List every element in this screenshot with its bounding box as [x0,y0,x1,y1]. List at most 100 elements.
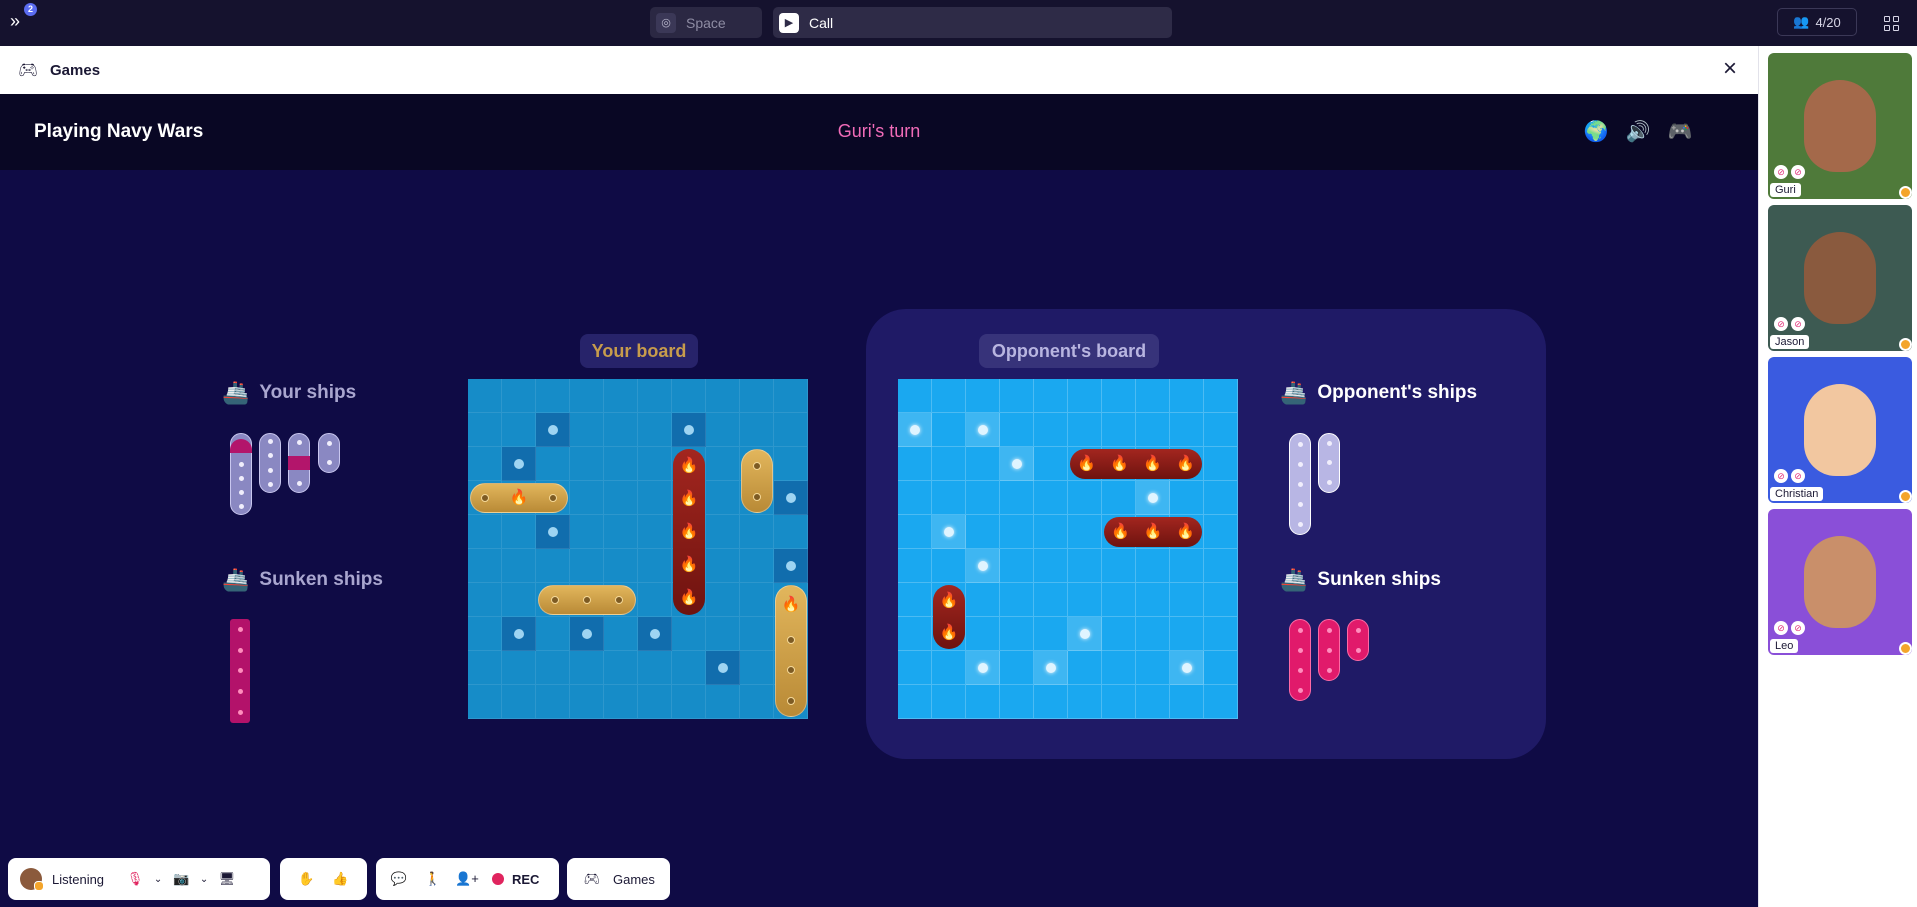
games-button[interactable]: 🎮︎ Games [567,858,670,900]
board-cell[interactable] [1000,685,1034,719]
board-cell[interactable] [1136,413,1170,447]
board-cell[interactable] [1204,447,1238,481]
globe-icon[interactable]: 🌍 [1583,118,1609,144]
board-cell[interactable] [1068,651,1102,685]
participant-tile[interactable]: ⊘ ⊘ Leo [1768,509,1912,655]
board-cell[interactable] [1102,583,1136,617]
board-cell[interactable] [1136,481,1170,515]
board-cell[interactable] [898,617,932,651]
board-cell[interactable] [1102,413,1136,447]
board-cell[interactable] [932,549,966,583]
board-cell[interactable] [898,515,932,549]
participant-tile[interactable]: ⊘ ⊘ Christian [1768,357,1912,503]
board-cell[interactable] [1000,549,1034,583]
board-cell[interactable] [1034,549,1068,583]
board-cell[interactable] [1136,651,1170,685]
participant-tile[interactable]: ⊘ ⊘ Jason [1768,205,1912,351]
board-cell[interactable] [1170,549,1204,583]
board-cell[interactable] [932,379,966,413]
board-cell[interactable] [1034,447,1068,481]
board-cell[interactable] [1000,515,1034,549]
mic-off-icon[interactable]: 🎙 [122,864,148,894]
board-cell[interactable] [966,413,1000,447]
board-cell[interactable] [1068,413,1102,447]
board-cell[interactable] [1170,583,1204,617]
board-cell[interactable] [898,651,932,685]
walk-icon[interactable]: 🚶 [420,864,446,894]
tab-space[interactable]: ◎ Space [650,7,762,38]
board-cell[interactable] [1102,685,1136,719]
add-user-icon[interactable]: 👤+ [454,864,480,894]
board-cell[interactable] [898,379,932,413]
board-cell[interactable] [1034,481,1068,515]
chat-icon[interactable]: 💬 [386,864,412,894]
board-cell[interactable] [1204,413,1238,447]
board-cell[interactable] [966,685,1000,719]
board-cell[interactable] [1170,617,1204,651]
gamepad-icon[interactable]: 🎮 [1667,118,1693,144]
close-icon[interactable]: × [1718,57,1742,82]
board-cell[interactable] [1000,651,1034,685]
board-cell[interactable] [898,413,932,447]
speaker-icon[interactable]: 🔊 [1625,118,1651,144]
board-cell[interactable] [1000,481,1034,515]
board-cell[interactable] [966,617,1000,651]
board-cell[interactable] [1102,549,1136,583]
board-cell[interactable] [1136,583,1170,617]
board-cell[interactable] [1170,651,1204,685]
board-cell[interactable] [1068,379,1102,413]
board-cell[interactable] [1204,515,1238,549]
board-cell[interactable] [966,651,1000,685]
board-cell[interactable] [1170,413,1204,447]
board-cell[interactable] [966,549,1000,583]
board-cell[interactable] [898,685,932,719]
board-cell[interactable] [932,413,966,447]
board-cell[interactable] [1204,379,1238,413]
board-cell[interactable] [1136,549,1170,583]
screen-icon[interactable]: 🖥 [214,864,240,894]
board-cell[interactable] [1000,583,1034,617]
board-cell[interactable] [1000,413,1034,447]
board-cell[interactable] [1204,651,1238,685]
board-cell[interactable] [966,481,1000,515]
board-cell[interactable] [1102,379,1136,413]
board-cell[interactable] [1068,515,1102,549]
board-cell[interactable] [1068,617,1102,651]
board-cell[interactable] [1136,685,1170,719]
avatar[interactable] [20,868,44,891]
board-cell[interactable] [1034,651,1068,685]
board-cell[interactable] [932,447,966,481]
board-cell[interactable] [1000,379,1034,413]
record-button[interactable]: REC [492,864,539,894]
board-cell[interactable] [1034,583,1068,617]
chevron-down-icon[interactable]: ⌄ [152,864,164,894]
chevron-down-icon[interactable]: ⌄ [198,864,210,894]
board-cell[interactable] [1034,617,1068,651]
board-cell[interactable] [1034,685,1068,719]
hand-icon[interactable]: ✋ [294,864,320,894]
board-cell[interactable] [1170,685,1204,719]
board-cell[interactable] [966,583,1000,617]
board-cell[interactable] [1204,685,1238,719]
opponent-board[interactable] [898,379,1238,719]
board-cell[interactable] [1204,481,1238,515]
board-cell[interactable] [1102,481,1136,515]
board-cell[interactable] [1102,651,1136,685]
board-cell[interactable] [1000,447,1034,481]
board-cell[interactable] [966,379,1000,413]
grid-icon[interactable] [1880,12,1902,34]
board-cell[interactable] [1102,617,1136,651]
board-cell[interactable] [898,583,932,617]
thumbs-up-icon[interactable]: 👍 [328,864,354,894]
board-cell[interactable] [966,515,1000,549]
participants-button[interactable]: 👥 4/20 [1777,8,1857,36]
tab-call[interactable]: ▶ Call [773,7,1172,38]
board-cell[interactable] [1136,617,1170,651]
board-cell[interactable] [1068,685,1102,719]
board-cell[interactable] [932,515,966,549]
board-cell[interactable] [932,685,966,719]
board-cell[interactable] [1034,515,1068,549]
board-cell[interactable] [898,447,932,481]
board-cell[interactable] [1204,617,1238,651]
board-cell[interactable] [1204,583,1238,617]
